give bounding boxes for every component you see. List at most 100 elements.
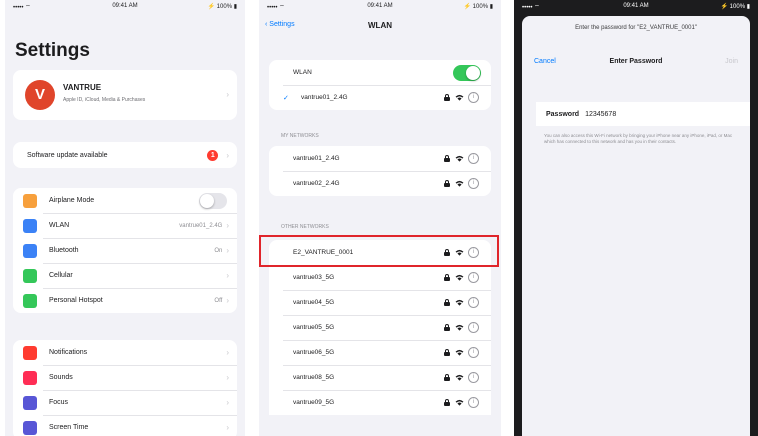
checkmark-icon: ✓ xyxy=(283,94,289,102)
account-name: VANTRUE xyxy=(63,83,102,92)
battery-indicator: ⚡ 100% ▮ xyxy=(463,4,493,10)
wifi-signal-icon xyxy=(455,94,464,101)
status-bar: ••••• ⌔ 09:41 AM ⚡ 100% ▮ xyxy=(514,0,758,14)
sheet-title: Enter Password xyxy=(609,58,663,65)
network-row[interactable]: vantrue09_5G i xyxy=(269,390,491,415)
page-title: Settings xyxy=(15,40,90,61)
info-icon[interactable]: i xyxy=(468,322,479,333)
chevron-right-icon: › xyxy=(226,296,229,305)
chevron-right-icon: › xyxy=(226,398,229,407)
sheet-prompt: Enter the password for "E2_VANTRUE_0001" xyxy=(575,25,697,31)
network-row[interactable]: vantrue06_5G i xyxy=(269,340,491,365)
settings-row-sounds[interactable]: Sounds › xyxy=(13,365,237,390)
info-icon[interactable]: i xyxy=(468,153,479,164)
software-update-label: Software update available xyxy=(27,151,108,159)
network-name: vantrue02_2.4G xyxy=(293,180,340,187)
settings-row-cellular[interactable]: Cellular › xyxy=(13,263,237,288)
connectivity-group: Airplane Mode WLAN vantrue01_2.4G › Blue… xyxy=(13,188,237,313)
wifi-signal-icon xyxy=(455,349,464,356)
wifi-signal-icon xyxy=(455,374,464,381)
settings-row-airplane-mode[interactable]: Airplane Mode xyxy=(13,188,237,213)
airplane-icon xyxy=(23,193,37,208)
password-field[interactable]: Password 12345678 xyxy=(536,102,750,126)
password-screen: ••••• ⌔ 09:41 AM ⚡ 100% ▮ Enter the pass… xyxy=(514,0,758,436)
connected-network-row[interactable]: ✓ vantrue01_2.4G i xyxy=(269,85,491,110)
apple-id-card[interactable]: V VANTRUE Apple ID, iCloud, Media & Purc… xyxy=(13,70,237,120)
row-value: On xyxy=(214,247,223,254)
page-title: WLAN xyxy=(368,21,392,30)
info-icon[interactable]: i xyxy=(468,272,479,283)
wlan-screen: ••••• ⌔ 09:41 AM ⚡ 100% ▮ ‹ Settings WLA… xyxy=(259,0,501,436)
row-label: Sounds xyxy=(49,374,73,381)
notifications-group: Notifications › Sounds › Focus › Screen … xyxy=(13,340,237,436)
info-icon[interactable]: i xyxy=(468,297,479,308)
network-name: vantrue01_2.4G xyxy=(293,155,340,162)
settings-row-personal-hotspot[interactable]: Personal Hotspot Off › xyxy=(13,288,237,313)
network-row[interactable]: vantrue04_5G i xyxy=(269,290,491,315)
wifi-signal-icon xyxy=(455,299,464,306)
network-name: vantrue03_5G xyxy=(293,274,335,281)
lock-icon xyxy=(444,180,450,187)
settings-row-focus[interactable]: Focus › xyxy=(13,390,237,415)
wifi-signal-icon xyxy=(455,324,464,331)
account-subtitle: Apple ID, iCloud, Media & Purchases xyxy=(63,97,146,103)
row-label: Focus xyxy=(49,399,69,406)
join-button[interactable]: Join xyxy=(725,58,738,65)
bluetooth-icon xyxy=(23,243,37,258)
info-icon[interactable]: i xyxy=(468,397,479,408)
lock-icon xyxy=(444,324,450,331)
battery-indicator: ⚡ 100% ▮ xyxy=(207,4,237,10)
network-name: vantrue05_5G xyxy=(293,324,335,331)
chevron-right-icon: › xyxy=(226,348,229,357)
network-row[interactable]: vantrue03_5G i xyxy=(269,265,491,290)
network-name: vantrue09_5G xyxy=(293,399,335,406)
wifi-signal-icon xyxy=(455,399,464,406)
wifi-signal-icon xyxy=(455,274,464,281)
section-header-my-networks: MY NETWORKS xyxy=(281,133,319,139)
update-badge: 1 xyxy=(207,149,219,161)
wlan-toggle-card: WLAN ✓ vantrue01_2.4G i xyxy=(269,60,491,110)
network-name: vantrue08_5G xyxy=(293,374,335,381)
password-sheet: Enter the password for "E2_VANTRUE_0001"… xyxy=(522,16,750,436)
network-row[interactable]: vantrue02_2.4G i xyxy=(269,171,491,196)
info-icon[interactable]: i xyxy=(468,92,479,103)
software-update-row[interactable]: Software update available 1 › xyxy=(13,142,237,168)
settings-row-bluetooth[interactable]: Bluetooth On › xyxy=(13,238,237,263)
row-value: vantrue01_2.4G xyxy=(179,222,223,229)
network-name: vantrue01_2.4G xyxy=(301,94,348,101)
row-label: Screen Time xyxy=(49,424,89,431)
wlan-toggle[interactable] xyxy=(453,64,481,81)
chevron-right-icon: › xyxy=(226,423,229,432)
cellular-icon xyxy=(23,268,37,283)
settings-row-screen-time[interactable]: Screen Time › xyxy=(13,415,237,436)
wlan-toggle-row: WLAN xyxy=(269,60,491,85)
status-bar: ••••• ⌔ 09:41 AM ⚡ 100% ▮ xyxy=(5,0,245,14)
password-value: 12345678 xyxy=(585,110,617,118)
chevron-right-icon: › xyxy=(226,246,229,255)
network-name: vantrue06_5G xyxy=(293,349,335,356)
password-share-note: You can also access this Wi-Fi network b… xyxy=(544,133,733,144)
chevron-right-icon: › xyxy=(226,373,229,382)
info-icon[interactable]: i xyxy=(468,347,479,358)
settings-row-wlan[interactable]: WLAN vantrue01_2.4G › xyxy=(13,213,237,238)
row-label: Airplane Mode xyxy=(49,197,95,204)
network-row[interactable]: vantrue08_5G i xyxy=(269,365,491,390)
wifi-signal-icon xyxy=(455,180,464,187)
settings-row-notifications[interactable]: Notifications › xyxy=(13,340,237,365)
lock-icon xyxy=(444,155,450,162)
wifi-icon xyxy=(23,218,37,233)
info-icon[interactable]: i xyxy=(468,372,479,383)
selected-network-highlight xyxy=(259,235,499,267)
lock-icon xyxy=(444,94,450,101)
chevron-right-icon: › xyxy=(226,150,229,160)
info-icon[interactable]: i xyxy=(468,178,479,189)
wifi-signal-icon xyxy=(455,155,464,162)
screen-time-icon xyxy=(23,420,37,435)
my-networks-list: vantrue01_2.4G i vantrue02_2.4G i xyxy=(269,146,491,196)
lock-icon xyxy=(444,374,450,381)
network-row[interactable]: vantrue05_5G i xyxy=(269,315,491,340)
airplane-mode-toggle[interactable] xyxy=(199,192,227,209)
focus-icon xyxy=(23,395,37,410)
wlan-toggle-label: WLAN xyxy=(293,69,312,76)
network-row[interactable]: vantrue01_2.4G i xyxy=(269,146,491,171)
